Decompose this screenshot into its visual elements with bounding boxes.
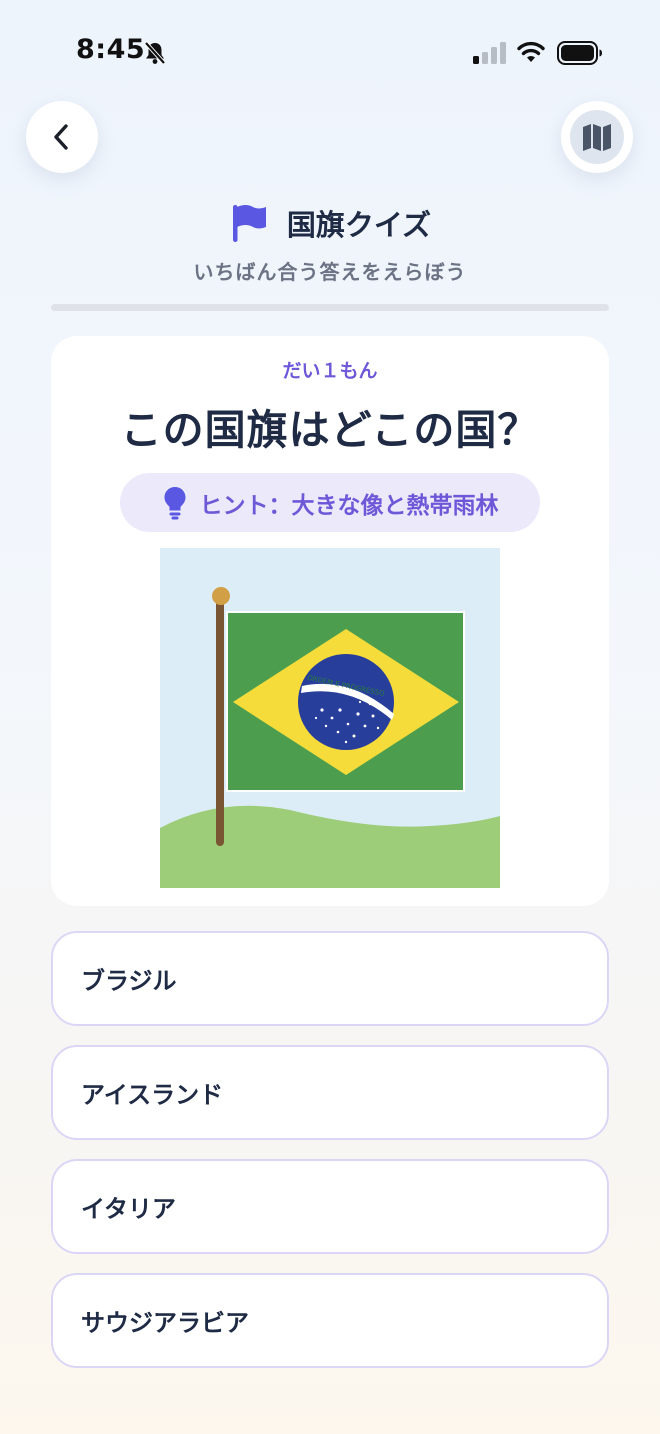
option-italy[interactable]: イタリア bbox=[51, 1159, 609, 1254]
brazil-flag-image: ORDEM E PROGRESSO bbox=[160, 548, 500, 888]
option-label: イタリア bbox=[81, 1195, 177, 1223]
bell-muted-icon bbox=[144, 41, 166, 65]
wifi-icon bbox=[517, 41, 545, 62]
option-brazil[interactable]: ブラジル bbox=[51, 931, 609, 1026]
signal-icon bbox=[473, 42, 506, 64]
question-number: だい１もん bbox=[282, 360, 378, 382]
question-text: この国旗はどこの国？ bbox=[120, 406, 540, 454]
map-icon bbox=[583, 124, 611, 151]
map-button[interactable] bbox=[561, 101, 633, 173]
option-label: ブラジル bbox=[81, 967, 177, 995]
progress-bar bbox=[51, 304, 609, 311]
option-label: アイスランド bbox=[81, 1081, 224, 1109]
page-title: 国旗クイズ bbox=[286, 208, 432, 242]
status-time: 8:45 bbox=[76, 34, 146, 65]
option-saudi-arabia[interactable]: サウジアラビア bbox=[51, 1273, 609, 1368]
hint-badge: ヒント：大きな像と熱帯雨林 bbox=[120, 473, 540, 532]
option-iceland[interactable]: アイスランド bbox=[51, 1045, 609, 1140]
chevron-left-icon bbox=[54, 124, 68, 150]
battery-icon bbox=[557, 41, 602, 65]
quiz-title: 国旗クイズ bbox=[0, 200, 660, 246]
page-subtitle: いちばん合う答えをえらぼう bbox=[193, 260, 467, 284]
flag-icon bbox=[232, 205, 266, 242]
hint-text: ヒント：大きな像と熱帯雨林 bbox=[199, 492, 499, 519]
back-button[interactable] bbox=[26, 101, 98, 173]
lightbulb-icon bbox=[164, 486, 185, 519]
option-label: サウジアラビア bbox=[81, 1309, 249, 1337]
